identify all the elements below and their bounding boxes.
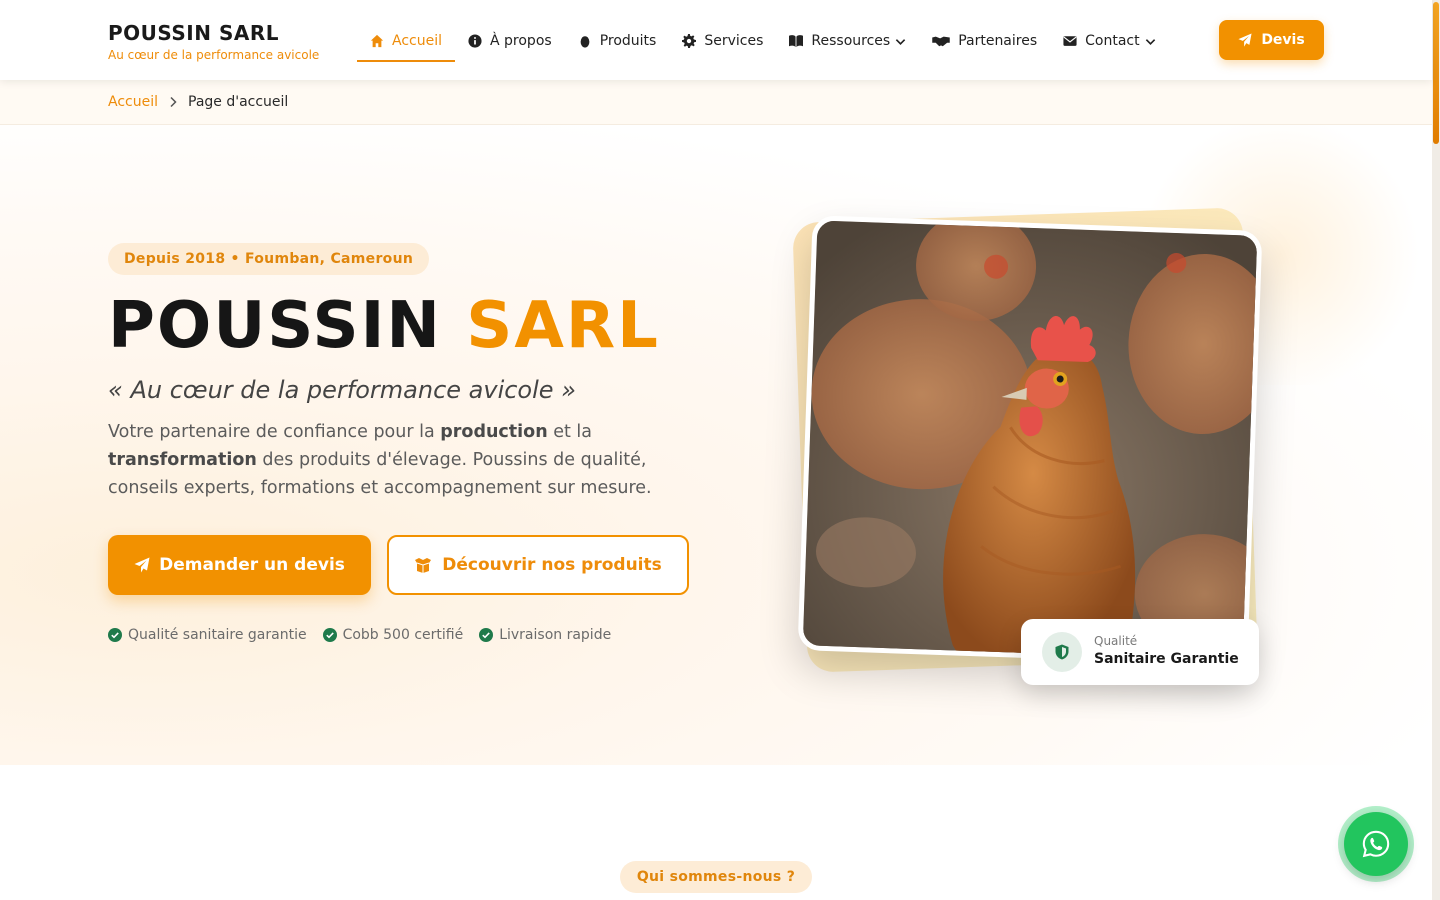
desc-bold: transformation (108, 450, 257, 470)
paper-plane-icon (1238, 33, 1252, 47)
feature-label: Cobb 500 certifié (342, 627, 464, 643)
hero-title: POUSSIN SARL (108, 288, 660, 364)
check-circle-icon (108, 628, 122, 642)
feature-label: Livraison rapide (499, 627, 612, 643)
breadcrumb-bar: Accueil Page d'accueil (0, 80, 1432, 125)
handshake-icon (932, 36, 950, 47)
nav-label: À propos (490, 33, 552, 49)
desc-bold: production (440, 422, 548, 442)
hero-image-chicken (797, 215, 1263, 666)
brand-name: POUSSIN SARL (108, 21, 279, 45)
feature-list: Qualité sanitaire garantie Cobb 500 cert… (108, 627, 627, 643)
page-scrollbar[interactable] (1432, 0, 1440, 900)
chevron-down-icon (1145, 38, 1155, 45)
desc-text: Votre partenaire de confiance pour la (108, 422, 441, 442)
request-quote-button[interactable]: Demander un devis (108, 535, 371, 595)
brand-tagline: Au cœur de la performance avicole (108, 48, 320, 62)
feature-item: Livraison rapide (479, 627, 611, 643)
breadcrumb: Accueil Page d'accueil (108, 94, 288, 110)
nav-item-contact[interactable]: Contact (1050, 20, 1168, 62)
feature-item: Qualité sanitaire garantie (108, 627, 307, 643)
book-icon (789, 35, 804, 48)
hero-quote: « Au cœur de la performance avicole » (108, 376, 576, 404)
chevron-down-icon (895, 38, 906, 45)
hero-title-part1: POUSSIN (108, 289, 442, 363)
nav-label: Produits (599, 33, 657, 49)
discover-products-button[interactable]: Découvrir nos produits (387, 535, 689, 595)
check-circle-icon (479, 628, 494, 642)
hero-title-part2: SARL (466, 289, 660, 363)
nav-item-partenaires[interactable]: Partenaires (919, 20, 1050, 62)
nav-label: Contact (1085, 33, 1140, 49)
nav-item-services[interactable]: Services (669, 20, 776, 62)
nav-label: Partenaires (958, 33, 1038, 49)
gear-icon (682, 34, 697, 48)
scrollbar-thumb[interactable] (1433, 2, 1439, 144)
main-nav: Accueil À propos Produits Services Resso… (357, 20, 1169, 62)
box-open-icon (415, 558, 432, 573)
breadcrumb-home-link[interactable]: Accueil (108, 94, 158, 110)
shield-icon (1055, 644, 1069, 660)
quality-badge (1042, 632, 1082, 672)
info-icon (468, 34, 482, 48)
nav-item-a-propos[interactable]: À propos (455, 20, 565, 62)
chicken-illustration (802, 215, 1263, 666)
nav-label: Accueil (392, 33, 442, 49)
whatsapp-icon (1362, 830, 1390, 858)
devis-button-label: Devis (1261, 32, 1305, 48)
hero-badge: Depuis 2018 • Foumban, Cameroun (108, 243, 430, 275)
quality-value: Sanitaire Garantie (1094, 651, 1239, 667)
about-section-badge: Qui sommes-nous ? (620, 861, 812, 893)
chevron-right-icon (170, 96, 177, 108)
feature-label: Qualité sanitaire garantie (128, 627, 307, 643)
home-icon (370, 34, 384, 48)
nav-label: Services (704, 33, 764, 49)
nav-item-ressources[interactable]: Ressources (776, 20, 919, 62)
hero-description: Votre partenaire de confiance pour la pr… (108, 418, 688, 502)
devis-button[interactable]: Devis (1219, 20, 1324, 60)
hero-section: Depuis 2018 • Foumban, Cameroun POUSSIN … (0, 125, 1432, 765)
site-header: POUSSIN SARL Au cœur de la performance a… (0, 0, 1432, 80)
feature-item: Cobb 500 certifié (322, 627, 464, 643)
nav-item-produits[interactable]: Produits (565, 20, 670, 62)
brand-logo[interactable]: POUSSIN SARL Au cœur de la performance a… (108, 21, 319, 63)
quality-label: Qualité (1094, 634, 1138, 648)
discover-products-label: Découvrir nos produits (442, 555, 662, 575)
envelope-icon (1063, 36, 1077, 46)
desc-text: et la (547, 422, 592, 442)
check-circle-icon (322, 628, 337, 642)
whatsapp-button[interactable] (1344, 812, 1408, 876)
breadcrumb-current: Page d'accueil (188, 94, 289, 110)
egg-icon (580, 36, 590, 48)
paper-plane-icon (134, 557, 150, 573)
quality-card: Qualité Sanitaire Garantie (1021, 619, 1259, 685)
nav-label: Ressources (811, 33, 891, 49)
request-quote-label: Demander un devis (159, 555, 345, 575)
nav-item-accueil[interactable]: Accueil (357, 20, 455, 62)
